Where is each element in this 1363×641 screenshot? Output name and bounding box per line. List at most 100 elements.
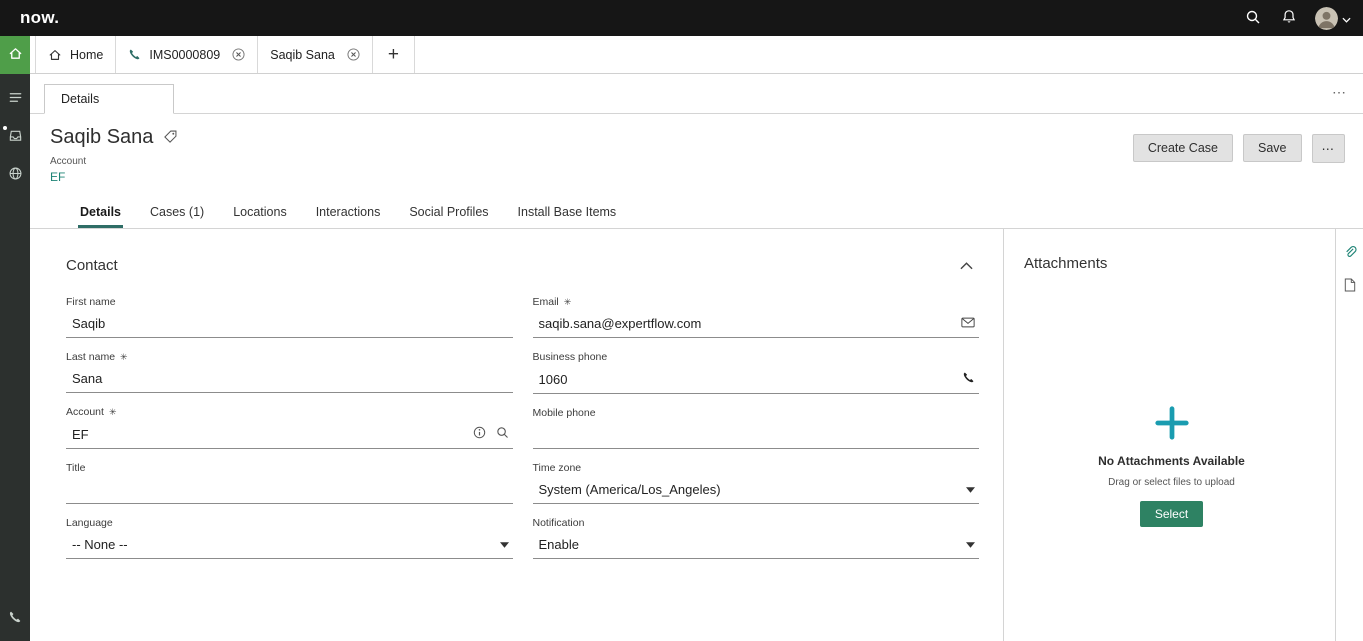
record-identity: Saqib Sana Account EF bbox=[50, 126, 178, 186]
collapse-section-button[interactable] bbox=[960, 258, 973, 273]
tab-ims0000809[interactable]: IMS0000809 bbox=[116, 36, 258, 73]
chevron-down-icon bbox=[966, 487, 975, 493]
sidebar-item-home[interactable] bbox=[0, 36, 30, 74]
file-icon bbox=[1344, 278, 1356, 295]
field-email: Email ✳ bbox=[533, 296, 980, 338]
tab-cases[interactable]: Cases (1) bbox=[148, 205, 206, 228]
sidebar-item-lists[interactable] bbox=[8, 90, 23, 108]
page-title: Saqib Sana bbox=[50, 126, 153, 149]
tab-saqib-sana[interactable]: Saqib Sana bbox=[258, 36, 373, 73]
inbox-icon bbox=[8, 128, 23, 146]
create-case-button[interactable]: Create Case bbox=[1133, 134, 1233, 162]
user-avatar bbox=[1315, 7, 1338, 30]
bell-icon bbox=[1281, 9, 1297, 28]
field-label: Language bbox=[66, 517, 113, 529]
chevron-down-icon bbox=[500, 542, 509, 548]
attachments-dropzone[interactable]: No Attachments Available Drag or select … bbox=[1024, 404, 1319, 527]
empty-state-hint: Drag or select files to upload bbox=[1108, 477, 1235, 488]
tab-locations[interactable]: Locations bbox=[231, 205, 289, 228]
subtab-more-button[interactable]: ⋯ bbox=[1332, 84, 1347, 101]
field-label: Notification bbox=[533, 517, 585, 529]
section-title-contact: Contact bbox=[66, 257, 118, 274]
more-actions-button[interactable]: ⋯ bbox=[1312, 134, 1346, 163]
mobile-phone-input[interactable] bbox=[539, 427, 976, 442]
field-label: Mobile phone bbox=[533, 407, 596, 419]
record-tabs: Details Cases (1) Locations Interactions… bbox=[30, 198, 1363, 229]
time-zone-select[interactable]: System (America/Los_Angeles) bbox=[533, 480, 980, 504]
phone-icon bbox=[128, 48, 141, 61]
field-time-zone: Time zone System (America/Los_Angeles) bbox=[533, 462, 980, 504]
list-icon bbox=[8, 90, 23, 108]
send-email-button[interactable] bbox=[961, 316, 975, 331]
business-phone-input[interactable] bbox=[539, 372, 953, 387]
user-menu-button[interactable] bbox=[1315, 7, 1351, 30]
notification-dot bbox=[3, 126, 7, 130]
language-select[interactable]: -- None -- bbox=[66, 535, 513, 559]
section-title-attachments: Attachments bbox=[1024, 255, 1319, 272]
attachments-toggle-button[interactable] bbox=[1343, 245, 1357, 262]
side-panel-icon-strip bbox=[1335, 229, 1363, 641]
title-input[interactable] bbox=[72, 482, 509, 497]
field-business-phone: Business phone bbox=[533, 351, 980, 394]
add-tab-button[interactable]: + bbox=[373, 36, 415, 73]
close-icon[interactable] bbox=[347, 48, 360, 61]
info-icon bbox=[473, 426, 486, 442]
account-info-button[interactable] bbox=[473, 426, 486, 442]
first-name-input[interactable] bbox=[72, 316, 509, 331]
field-notification: Notification Enable bbox=[533, 517, 980, 559]
tab-details[interactable]: Details bbox=[78, 205, 123, 228]
save-button[interactable]: Save bbox=[1243, 134, 1302, 162]
field-mobile-phone: Mobile phone bbox=[533, 407, 980, 449]
call-button[interactable] bbox=[962, 371, 975, 387]
field-language: Language -- None -- bbox=[66, 517, 513, 559]
required-marker: ✳ bbox=[120, 352, 128, 363]
account-input[interactable] bbox=[72, 427, 463, 442]
field-title: Title bbox=[66, 462, 513, 504]
subtab-details[interactable]: Details bbox=[44, 84, 174, 114]
chevron-up-icon bbox=[960, 258, 973, 273]
tab-install-base-items[interactable]: Install Base Items bbox=[516, 205, 619, 228]
tab-home[interactable]: Home bbox=[35, 36, 116, 73]
left-nav-rail bbox=[0, 36, 30, 641]
notification-select[interactable]: Enable bbox=[533, 535, 980, 559]
field-label: Account bbox=[66, 406, 104, 418]
home-icon bbox=[8, 46, 23, 64]
servicenow-logo: now. bbox=[20, 8, 59, 28]
account-link[interactable]: EF bbox=[50, 170, 65, 184]
sidebar-item-phone[interactable] bbox=[8, 610, 22, 627]
field-label: Business phone bbox=[533, 351, 608, 363]
paperclip-icon bbox=[1343, 245, 1357, 262]
plus-icon bbox=[1153, 404, 1191, 442]
field-account: Account ✳ bbox=[66, 406, 513, 449]
tab-label: IMS0000809 bbox=[149, 48, 220, 62]
notifications-button[interactable] bbox=[1279, 7, 1299, 30]
globe-icon bbox=[8, 166, 23, 184]
sidebar-item-explore[interactable] bbox=[8, 166, 23, 184]
contact-form-panel: Contact First name bbox=[30, 229, 1004, 641]
tab-interactions[interactable]: Interactions bbox=[314, 205, 383, 228]
phone-icon bbox=[962, 371, 975, 387]
record-actions: Create Case Save ⋯ bbox=[1133, 126, 1345, 186]
required-marker: ✳ bbox=[109, 407, 117, 418]
form-column-left: First name Last name ✳ bbox=[66, 296, 513, 572]
chevron-down-icon bbox=[966, 542, 975, 548]
account-lookup-button[interactable] bbox=[496, 426, 509, 442]
close-icon[interactable] bbox=[232, 48, 245, 61]
notes-toggle-button[interactable] bbox=[1344, 278, 1356, 295]
attachments-panel: Attachments No Attachments Available Dra… bbox=[1004, 229, 1335, 641]
field-last-name: Last name ✳ bbox=[66, 351, 513, 393]
field-label: First name bbox=[66, 296, 116, 308]
last-name-input[interactable] bbox=[72, 371, 509, 386]
sidebar-item-inbox[interactable] bbox=[8, 128, 23, 146]
search-button[interactable] bbox=[1243, 7, 1263, 30]
tab-label: Home bbox=[70, 48, 103, 62]
select-files-button[interactable]: Select bbox=[1140, 501, 1203, 527]
email-input[interactable] bbox=[539, 316, 952, 331]
field-label: Email bbox=[533, 296, 559, 308]
tag-button[interactable] bbox=[163, 129, 178, 147]
tab-social-profiles[interactable]: Social Profiles bbox=[407, 205, 490, 228]
search-icon bbox=[1245, 9, 1261, 28]
workspace-tab-strip: Home IMS0000809 Saqib Sana + bbox=[30, 36, 1363, 74]
field-label: Time zone bbox=[533, 462, 582, 474]
field-label: Title bbox=[66, 462, 85, 474]
